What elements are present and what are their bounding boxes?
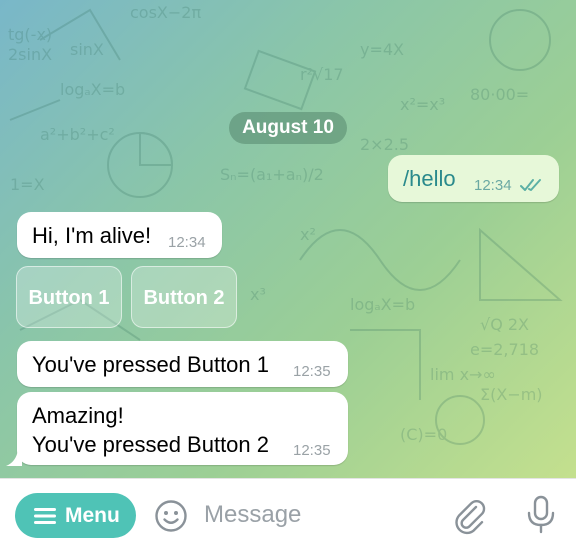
svg-text:1=X: 1=X bbox=[10, 175, 45, 194]
svg-text:x³: x³ bbox=[250, 285, 266, 304]
svg-text:e=2,718: e=2,718 bbox=[470, 340, 539, 359]
svg-text:logₐX=b: logₐX=b bbox=[60, 80, 125, 99]
svg-text:Sₙ=(a₁+aₙ)/2: Sₙ=(a₁+aₙ)/2 bbox=[220, 165, 324, 184]
svg-text:a²+b²+c²: a²+b²+c² bbox=[40, 125, 115, 144]
svg-text:y=4X: y=4X bbox=[360, 40, 404, 59]
svg-text:Σ(X−m): Σ(X−m) bbox=[480, 385, 543, 404]
chat-background: cosX−2π tg(-x) 2sinX sinX y=4X logₐX=b a… bbox=[0, 0, 576, 478]
inline-button-2[interactable]: Button 2 bbox=[131, 266, 237, 328]
outgoing-message[interactable]: /hello 12:34 bbox=[388, 155, 559, 202]
svg-text:(C)=0: (C)=0 bbox=[400, 425, 447, 444]
menu-button[interactable]: Menu bbox=[15, 493, 136, 538]
svg-text:x²: x² bbox=[300, 225, 316, 244]
date-separator: August 10 bbox=[229, 112, 347, 144]
svg-text:tg(-x): tg(-x) bbox=[8, 25, 52, 44]
svg-text:cosX−2π: cosX−2π bbox=[130, 3, 201, 22]
message-text-line-1: Amazing! bbox=[32, 403, 124, 428]
message-text: You've pressed Button 1 bbox=[32, 352, 270, 377]
incoming-message[interactable]: Hi, I'm alive! 12:34 bbox=[17, 212, 222, 258]
message-time: 12:34 bbox=[474, 177, 512, 194]
svg-text:lim x→∞: lim x→∞ bbox=[430, 365, 496, 384]
message-time: 12:35 bbox=[293, 442, 331, 459]
incoming-message[interactable]: You've pressed Button 1 12:35 bbox=[17, 341, 348, 387]
message-time: 12:34 bbox=[168, 234, 206, 251]
message-text: /hello bbox=[403, 166, 456, 191]
message-input[interactable] bbox=[204, 497, 424, 533]
menu-icon bbox=[34, 508, 56, 524]
svg-text:2sinX: 2sinX bbox=[8, 45, 52, 64]
mic-icon[interactable] bbox=[526, 495, 556, 535]
bubble-tail bbox=[6, 450, 22, 466]
composer-bar: Menu bbox=[0, 478, 576, 552]
svg-text:2×2.5: 2×2.5 bbox=[360, 135, 409, 154]
svg-text:r²√17: r²√17 bbox=[300, 65, 344, 84]
svg-text:logₐX=b: logₐX=b bbox=[350, 295, 415, 314]
message-time: 12:35 bbox=[293, 363, 331, 380]
svg-text:sinX: sinX bbox=[70, 40, 104, 59]
incoming-message[interactable]: Amazing! You've pressed Button 2 12:35 bbox=[17, 392, 348, 465]
message-text-line-2: You've pressed Button 2 bbox=[32, 432, 270, 457]
inline-button-1[interactable]: Button 1 bbox=[16, 266, 122, 328]
double-check-icon bbox=[520, 179, 541, 191]
svg-text:√Q 2X: √Q 2X bbox=[480, 315, 529, 334]
svg-text:80·00=: 80·00= bbox=[470, 85, 529, 104]
message-text: Hi, I'm alive! bbox=[32, 223, 152, 248]
menu-label: Menu bbox=[65, 504, 120, 527]
svg-text:x²=x³: x²=x³ bbox=[400, 95, 445, 114]
attach-icon[interactable] bbox=[452, 497, 488, 535]
emoji-icon[interactable] bbox=[154, 499, 188, 533]
